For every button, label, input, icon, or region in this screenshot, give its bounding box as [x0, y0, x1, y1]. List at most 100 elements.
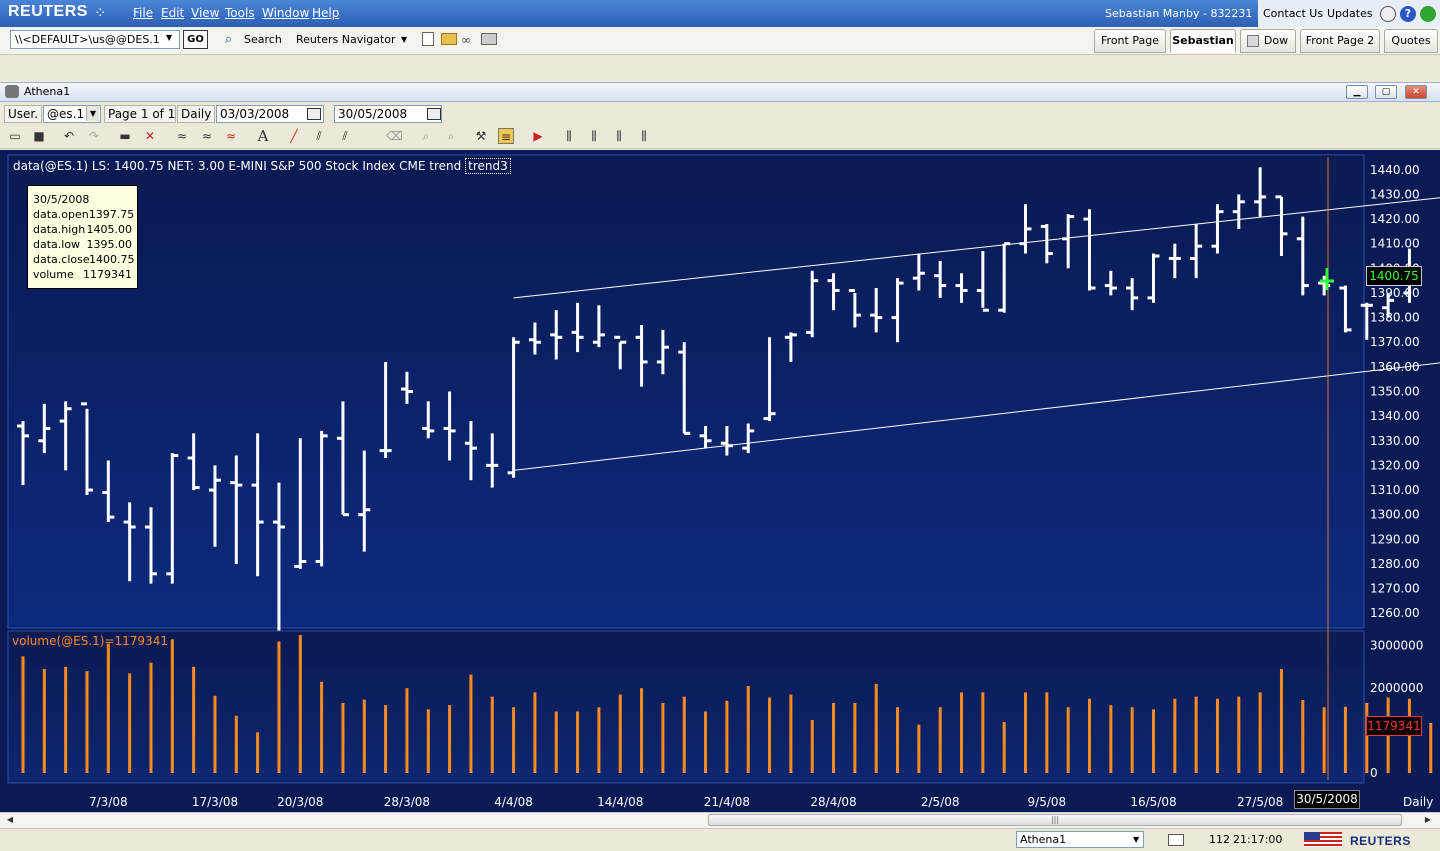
volume-bar — [661, 703, 665, 773]
reuters-navigator-button[interactable]: Reuters Navigator — [296, 33, 396, 46]
menu-help[interactable]: Help — [312, 6, 339, 20]
scroll-right-icon[interactable]: ▶ — [1422, 814, 1434, 826]
data-window-icon[interactable]: ≡ — [498, 128, 514, 144]
go-button[interactable]: GO — [183, 30, 208, 49]
window-title: Athena1 — [24, 85, 71, 98]
menu-window[interactable]: Window — [262, 6, 309, 20]
y-tick-label: 1290.00 — [1370, 532, 1420, 546]
open-folder-icon[interactable] — [441, 33, 457, 45]
ric-input[interactable] — [10, 30, 180, 49]
chevron-down-icon[interactable]: ▼ — [1133, 835, 1139, 844]
volume-bar — [128, 673, 132, 773]
tab-sebastian[interactable]: Sebastian — [1170, 29, 1236, 53]
x-tick-label: 4/4/08 — [494, 795, 533, 809]
bar-style-icon[interactable]: ⫼ — [561, 128, 577, 144]
calendar-icon[interactable] — [427, 108, 441, 120]
maximize-button[interactable]: ▢ — [1375, 85, 1397, 99]
link-icon[interactable]: ∞ — [461, 33, 471, 47]
line-style-icon[interactable]: ⫼ — [636, 128, 652, 144]
tooltip-key: data.close — [33, 253, 90, 266]
menu-file[interactable]: File — [133, 6, 153, 20]
open-folder-icon[interactable]: ▭ — [7, 128, 23, 144]
print-icon[interactable] — [481, 33, 497, 45]
undo-icon[interactable]: ↶ — [61, 128, 77, 144]
contact-us-link[interactable]: Contact Us — [1263, 7, 1323, 20]
search-button[interactable]: Search — [244, 33, 282, 46]
tab-quotes[interactable]: Quotes — [1384, 29, 1438, 53]
menu-view[interactable]: View — [191, 6, 219, 20]
new-page-icon[interactable] — [422, 32, 434, 46]
volume-bar — [1322, 707, 1326, 773]
volume-bar — [1024, 692, 1028, 773]
scrollbar-thumb[interactable]: ||| — [708, 814, 1402, 826]
menu-edit[interactable]: Edit — [161, 6, 184, 20]
tab-front-page[interactable]: Front Page — [1094, 29, 1166, 53]
play-icon[interactable]: ▶ — [530, 128, 546, 144]
chevron-down-icon[interactable]: ▼ — [86, 106, 99, 121]
trend-label[interactable]: trend3 — [465, 158, 511, 174]
chevron-down-icon[interactable]: ▼ — [166, 33, 172, 42]
study-add-icon[interactable]: ≈ — [174, 128, 190, 144]
volume-bar — [298, 635, 302, 773]
interval-label[interactable]: Daily — [177, 105, 215, 123]
volume-bar — [1258, 692, 1262, 773]
x-tick-label: 17/3/08 — [192, 795, 238, 809]
fibonacci-icon[interactable]: ⫽ — [337, 128, 353, 144]
tooltip-row: data.close 1400.75 — [33, 252, 135, 267]
ohlc-style-icon[interactable]: ⫼ — [611, 128, 627, 144]
channel-icon[interactable]: ⫽ — [311, 128, 327, 144]
chart-delete-icon[interactable]: ✕ — [142, 128, 158, 144]
close-button[interactable]: ✕ — [1405, 85, 1427, 99]
save-icon[interactable]: ■ — [31, 128, 47, 144]
book-icon[interactable] — [1168, 834, 1184, 846]
volume-bar — [554, 711, 558, 773]
volume-bar — [1045, 692, 1049, 773]
volume-bar — [576, 711, 580, 773]
menu-tools[interactable]: Tools — [225, 6, 255, 20]
updates-link[interactable]: Updates — [1327, 7, 1373, 20]
volume-bar — [405, 688, 409, 773]
flag-canton — [1304, 832, 1320, 840]
globe-icon[interactable] — [1380, 6, 1396, 22]
chart-insert-icon[interactable]: ▬ — [117, 128, 133, 144]
tooltip-key: volume — [33, 268, 74, 281]
end-date-input[interactable]: 30/05/2008 — [334, 105, 442, 123]
study-edit-icon[interactable]: ≈ — [199, 128, 215, 144]
volume-bar — [1109, 705, 1113, 773]
y-tick-label: 1350.00 — [1370, 385, 1420, 399]
navigator-dropdown-icon[interactable]: ▼ — [401, 35, 407, 44]
redo-icon[interactable]: ↷ — [86, 128, 102, 144]
properties-icon[interactable]: ⚒ — [473, 128, 489, 144]
scroll-left-icon[interactable]: ◀ — [4, 814, 16, 826]
volume-bar — [597, 707, 601, 773]
tooltip-value: 1179341 — [83, 268, 132, 281]
erase-icon[interactable]: ⌫ — [386, 128, 403, 144]
tooltip-value: 1405.00 — [86, 223, 133, 236]
zoom-out-icon[interactable]: ⌕ — [443, 128, 459, 144]
reuters-logo-icon: ⁘ — [94, 4, 107, 22]
text-tool-icon[interactable]: A — [255, 128, 271, 144]
y-tick-label: 1320.00 — [1370, 458, 1420, 472]
tab-front-page-2[interactable]: Front Page 2 — [1300, 29, 1380, 53]
volume-bar — [21, 656, 25, 773]
search-icon[interactable]: ⌕ — [225, 32, 232, 47]
volume-bar — [981, 692, 985, 773]
candle-style-icon[interactable]: ⫼ — [586, 128, 602, 144]
price-chart[interactable]: 1440.001430.001420.001410.001400.001390.… — [0, 150, 1440, 815]
tooltip-key: data.high — [33, 223, 86, 236]
volume-header: volume(@ES.1)=1179341 — [12, 634, 168, 648]
trendline-icon[interactable]: ╱ — [286, 128, 302, 144]
y-tick-label: 1440.00 — [1370, 163, 1420, 177]
volume-tick-label: 3000000 — [1370, 639, 1423, 653]
last-price-badge: 1400.75 — [1366, 266, 1422, 286]
volume-bar — [1173, 698, 1177, 773]
volume-bar — [64, 666, 68, 773]
window-selector[interactable]: Athena1 — [1016, 831, 1144, 848]
minimize-button[interactable]: ▁ — [1346, 85, 1368, 99]
study-delete-icon[interactable]: ≈ — [223, 128, 239, 144]
volume-bar — [1130, 707, 1134, 773]
calendar-icon[interactable] — [307, 108, 321, 120]
volume-bar — [192, 666, 196, 773]
help-icon[interactable]: ? — [1400, 6, 1416, 22]
zoom-in-icon[interactable]: ⌕ — [418, 128, 434, 144]
